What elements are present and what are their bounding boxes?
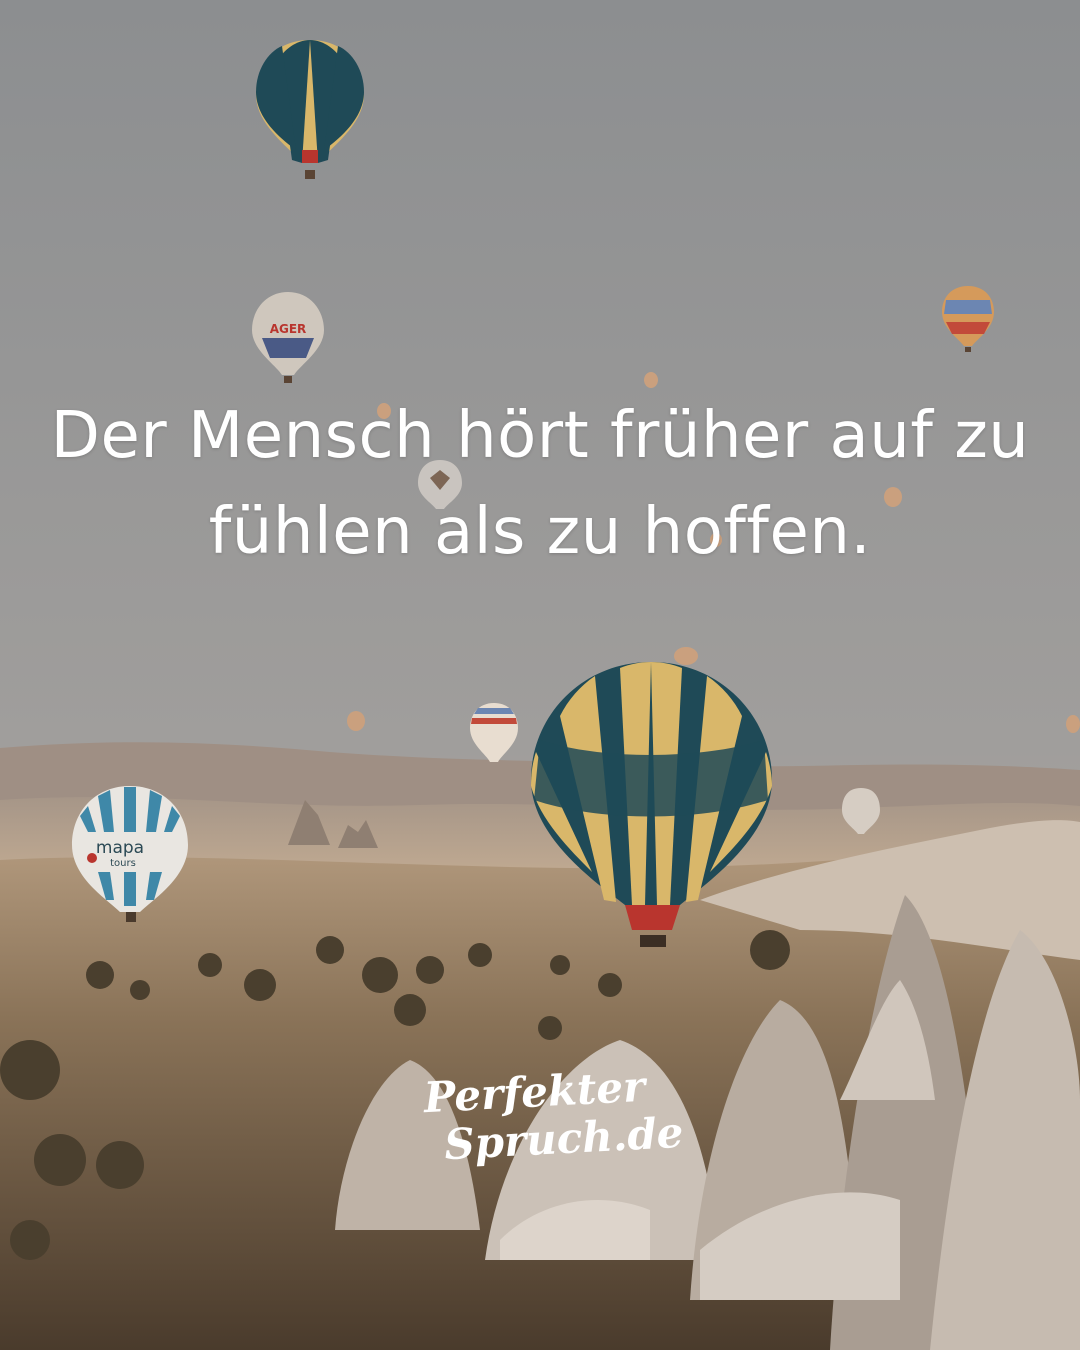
photo-scene: AGER mapa tours Der Mensch hört früher a… [0, 0, 1080, 1350]
balloon-tours-label: tours [110, 858, 136, 869]
perfekter-spruch-logo: Perfekter Spruch.de [423, 1062, 685, 1170]
quote-line-2: fühlen als zu hoffen. [208, 495, 872, 569]
balloon-ager-label: AGER [270, 322, 307, 336]
quote-text: Der Mensch hört früher auf zu fühlen als… [40, 388, 1040, 580]
balloon-mapa-label: mapa [96, 838, 144, 858]
quote-line-1: Der Mensch hört früher auf zu [50, 399, 1030, 473]
